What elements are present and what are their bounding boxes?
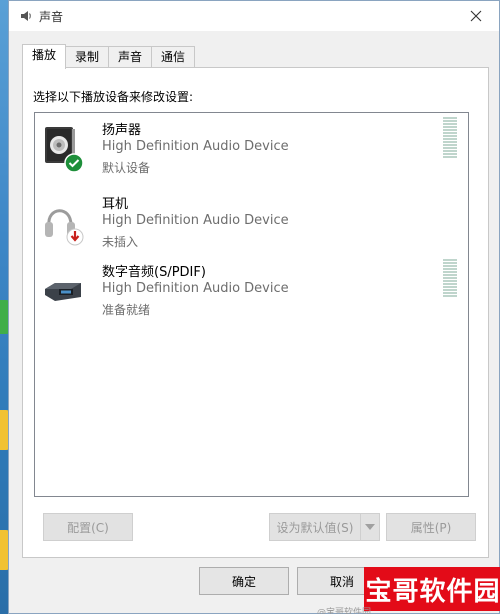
device-description: High Definition Audio Device [102,139,289,154]
list-item-digital-audio[interactable]: 数字音频(S/PDIF) High Definition Audio Devic… [35,259,468,323]
configure-button[interactable]: 配置(C) [43,513,133,541]
speaker-icon [45,127,84,173]
device-description: High Definition Audio Device [102,281,289,296]
list-item-speakers[interactable]: 扬声器 High Definition Audio Device 默认设备 [35,117,468,181]
chevron-down-icon [365,524,375,530]
tab-strip: 播放 录制 声音 通信 [22,44,196,69]
device-name: 扬声器 [102,123,142,138]
device-name: 耳机 [102,197,129,212]
tab-playback[interactable]: 播放 [22,44,67,69]
headphones-icon [45,209,84,246]
watermark-caption: @宝哥软件园 [317,608,372,614]
speaker-small-icon [21,11,31,21]
tab-recording[interactable]: 录制 [65,46,110,68]
device-status: 默认设备 [102,161,151,175]
close-icon [470,10,482,22]
device-name: 数字音频(S/PDIF) [102,265,206,280]
window-title: 声音 [39,10,64,24]
list-item-headphones[interactable]: 耳机 High Definition Audio Device 未插入 [35,191,468,255]
unplugged-arrow-icon [66,228,84,246]
device-list[interactable]: 扬声器 High Definition Audio Device 默认设备 耳机… [34,112,469,497]
device-description: High Definition Audio Device [102,213,289,228]
watermark-logo: 宝哥软件园 [364,567,500,611]
title-bar: 声音 [9,1,499,31]
ok-button[interactable]: 确定 [199,567,289,595]
tab-sounds[interactable]: 声音 [108,46,153,68]
digital-audio-icon [45,283,81,301]
set-default-dropdown[interactable] [360,513,380,541]
set-default-button[interactable]: 设为默认值(S) [269,513,361,541]
tab-communications[interactable]: 通信 [151,46,196,68]
device-status: 准备就绪 [102,303,151,317]
sound-dialog: 声音 播放 录制 声音 通信 选择以下播放设备来修改设置: 扬声器 High D… [8,0,500,614]
device-status: 未插入 [102,235,139,249]
properties-button[interactable]: 属性(P) [386,513,476,541]
tab-panel: 选择以下播放设备来修改设置: 扬声器 High Definition Audio… [22,67,489,558]
default-check-icon [64,153,84,173]
close-button[interactable] [453,1,499,31]
volume-meter [443,117,457,159]
volume-meter [443,259,457,298]
instruction-text: 选择以下播放设备来修改设置: [33,90,194,104]
